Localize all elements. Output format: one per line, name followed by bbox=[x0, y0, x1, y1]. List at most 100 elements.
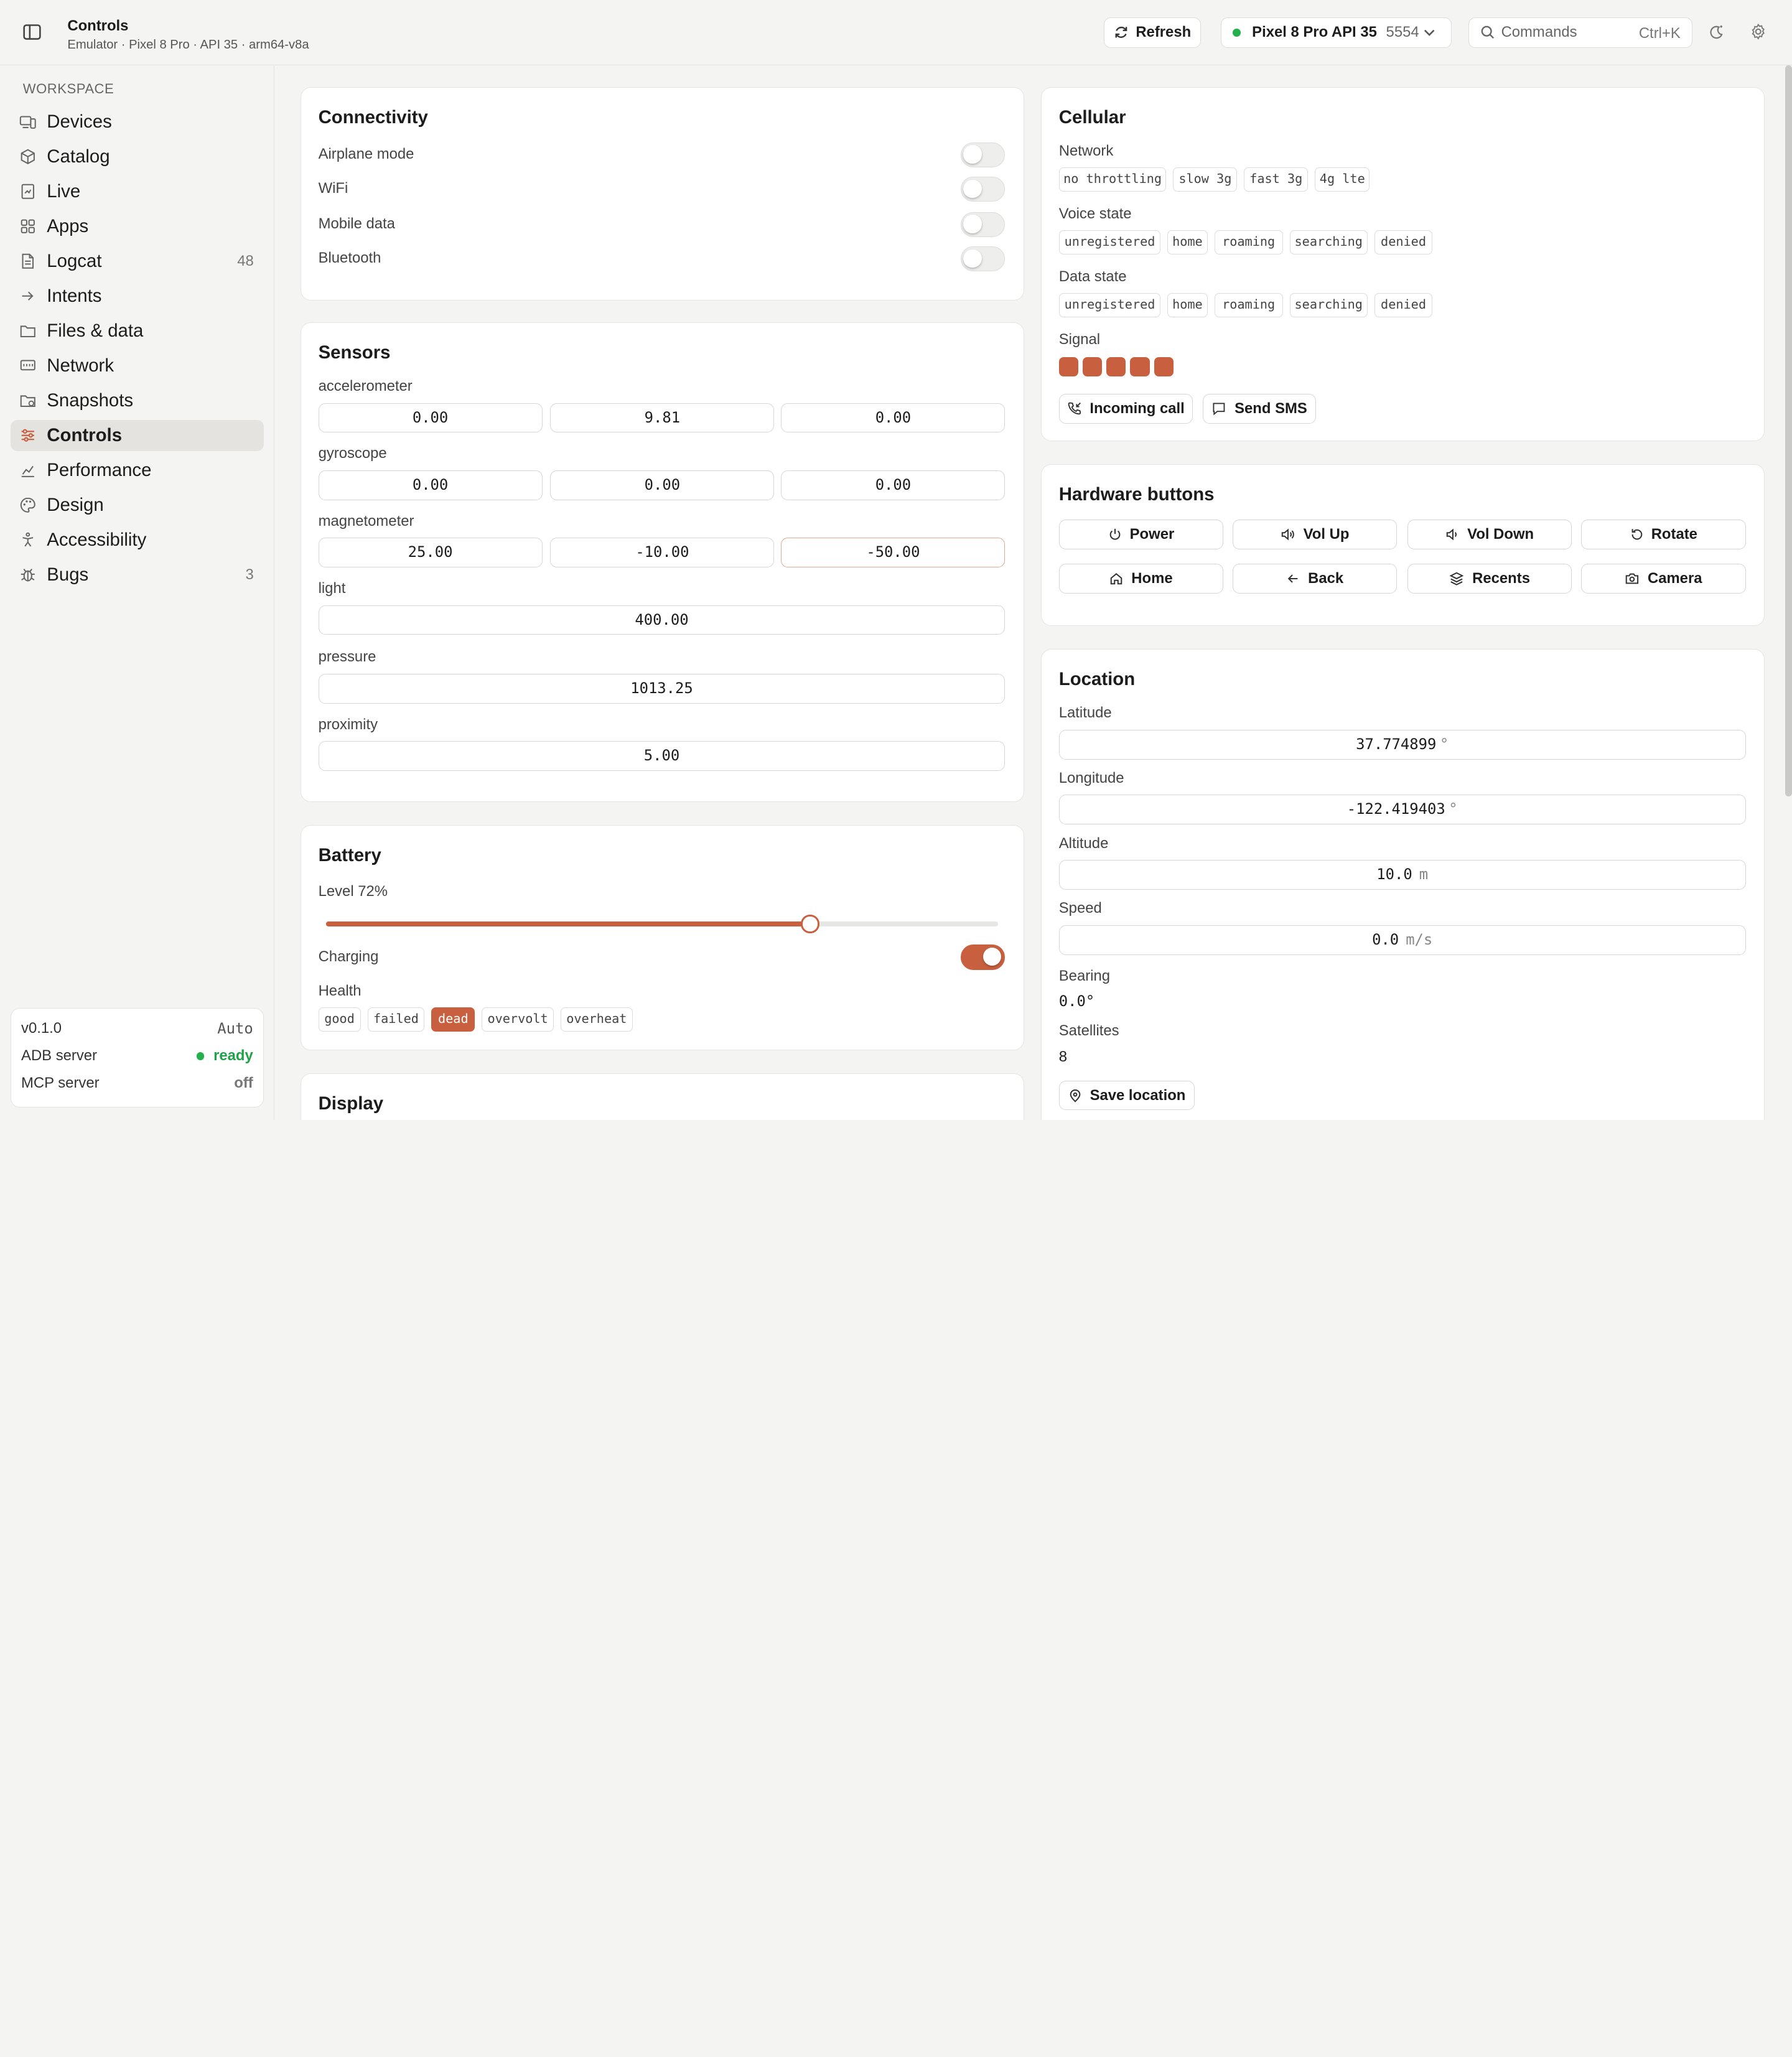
signal-bar[interactable] bbox=[1154, 357, 1174, 377]
mobile-data-toggle[interactable] bbox=[960, 212, 1006, 238]
sidebar-toggle-icon[interactable] bbox=[22, 22, 42, 42]
sidebar-item-label: Snapshots bbox=[47, 389, 134, 411]
wifi-toggle[interactable] bbox=[960, 176, 1006, 202]
sidebar-item-label: Devices bbox=[47, 111, 112, 132]
sidebar-item-catalog[interactable]: Catalog bbox=[11, 141, 264, 172]
sidebar-item-live[interactable]: Live bbox=[11, 176, 264, 207]
speed-input[interactable]: 0.0 m/s bbox=[1058, 925, 1746, 955]
accelerometer-y-input[interactable]: 9.81 bbox=[550, 403, 775, 433]
sidebar-item-accessibility[interactable]: Accessibility bbox=[11, 525, 264, 556]
theme-toggle-icon[interactable] bbox=[1709, 24, 1725, 40]
pressure-input[interactable]: 1013.25 bbox=[318, 673, 1006, 704]
sidebar-item-intents[interactable]: Intents bbox=[11, 281, 264, 312]
voice-state-option-unregistered[interactable]: unregistered bbox=[1058, 230, 1161, 254]
connectivity-card: Connectivity Airplane mode WiFi Mobile d… bbox=[301, 86, 1024, 301]
battery-title: Battery bbox=[318, 845, 381, 866]
volume-down-button[interactable]: Vol Down bbox=[1407, 519, 1572, 549]
voice-state-option-searching[interactable]: searching bbox=[1289, 230, 1368, 254]
volume-down-icon bbox=[1445, 528, 1459, 541]
battery-level-slider[interactable] bbox=[326, 915, 999, 933]
data-state-option-searching[interactable]: searching bbox=[1289, 293, 1368, 317]
box-icon bbox=[19, 148, 37, 166]
settings-gear-icon[interactable] bbox=[1750, 23, 1767, 40]
sidebar-item-files-data[interactable]: Files & data bbox=[11, 315, 264, 347]
light-label: light bbox=[318, 580, 346, 597]
data-state-option-unregistered[interactable]: unregistered bbox=[1058, 293, 1161, 317]
magnetometer-z-input[interactable]: -50.00 bbox=[781, 538, 1006, 567]
sidebar-item-bugs[interactable]: Bugs 3 bbox=[11, 559, 264, 590]
sidebar-item-logcat[interactable]: Logcat 48 bbox=[11, 246, 264, 277]
battery-level-fill bbox=[326, 921, 811, 926]
longitude-input[interactable]: -122.419403 ° bbox=[1058, 795, 1746, 825]
signal-bar[interactable] bbox=[1106, 357, 1126, 377]
rotate-button[interactable]: Rotate bbox=[1581, 519, 1746, 549]
home-button[interactable]: Home bbox=[1058, 564, 1224, 594]
sidebar-item-devices[interactable]: Devices bbox=[11, 106, 264, 138]
sensors-card: Sensors accelerometer 0.00 9.81 0.00 gyr… bbox=[301, 322, 1024, 803]
health-option-overvolt[interactable]: overvolt bbox=[482, 1007, 554, 1032]
send-sms-button[interactable]: Send SMS bbox=[1203, 393, 1317, 424]
network-option-slow-3g[interactable]: slow 3g bbox=[1173, 167, 1238, 192]
save-location-button[interactable]: Save location bbox=[1058, 1080, 1195, 1111]
health-option-dead[interactable]: dead bbox=[431, 1007, 475, 1032]
data-state-option-roaming[interactable]: roaming bbox=[1214, 293, 1283, 317]
signal-bar[interactable] bbox=[1130, 357, 1150, 377]
voice-state-option-roaming[interactable]: roaming bbox=[1214, 230, 1283, 254]
recents-button[interactable]: Recents bbox=[1407, 564, 1572, 594]
voice-state-option-denied[interactable]: denied bbox=[1374, 230, 1433, 254]
network-option-fast-3g[interactable]: fast 3g bbox=[1244, 167, 1309, 192]
camera-button[interactable]: Camera bbox=[1581, 564, 1746, 594]
health-option-good[interactable]: good bbox=[318, 1007, 361, 1032]
server-status-card: v0.1.0 Auto ADB server ready MCP server … bbox=[10, 1007, 264, 1108]
volume-up-button[interactable]: Vol Up bbox=[1232, 519, 1398, 549]
network-option-no-throttling[interactable]: no throttling bbox=[1058, 167, 1167, 192]
device-select[interactable]: Pixel 8 Pro API 35 5554 bbox=[1220, 17, 1452, 49]
gyroscope-label: gyroscope bbox=[318, 445, 387, 462]
folder-icon bbox=[19, 322, 37, 340]
sidebar: WORKSPACE Devices Catalog Live Apps Logcat 48… bbox=[0, 65, 274, 1120]
command-search-input[interactable]: Commands Ctrl+K bbox=[1468, 17, 1693, 49]
arrow-right-icon bbox=[19, 287, 37, 305]
gyroscope-y-input[interactable]: 0.00 bbox=[550, 470, 775, 500]
sidebar-item-label: Network bbox=[47, 355, 114, 376]
sidebar-item-controls[interactable]: Controls bbox=[10, 419, 264, 451]
back-button[interactable]: Back bbox=[1232, 564, 1398, 594]
refresh-button[interactable]: Refresh bbox=[1104, 17, 1202, 49]
proximity-input[interactable]: 5.00 bbox=[318, 741, 1006, 771]
battery-level-thumb[interactable] bbox=[801, 915, 819, 933]
incoming-call-button[interactable]: Incoming call bbox=[1058, 393, 1193, 424]
bluetooth-toggle[interactable] bbox=[960, 246, 1006, 272]
magnetometer-x-input[interactable]: 25.00 bbox=[318, 538, 543, 567]
phone-incoming-icon bbox=[1067, 401, 1082, 416]
airplane-mode-toggle[interactable] bbox=[960, 142, 1006, 168]
health-option-failed[interactable]: failed bbox=[367, 1007, 425, 1032]
proximity-label: proximity bbox=[318, 716, 378, 733]
accelerometer-z-input[interactable]: 0.00 bbox=[781, 403, 1006, 433]
magnetometer-y-input[interactable]: -10.00 bbox=[550, 538, 775, 567]
sidebar-item-performance[interactable]: Performance bbox=[11, 455, 264, 486]
mode-label: Auto bbox=[217, 1020, 253, 1038]
network-option-4g-lte[interactable]: 4g lte bbox=[1315, 167, 1370, 192]
data-state-option-denied[interactable]: denied bbox=[1374, 293, 1433, 317]
altitude-input[interactable]: 10.0 m bbox=[1058, 860, 1746, 890]
data-state-option-home[interactable]: home bbox=[1167, 293, 1208, 317]
main-content: Connectivity Airplane mode WiFi Mobile d… bbox=[274, 65, 1792, 1120]
health-option-overheat[interactable]: overheat bbox=[560, 1007, 633, 1032]
power-button[interactable]: Power bbox=[1058, 519, 1224, 549]
sidebar-item-design[interactable]: Design bbox=[11, 490, 264, 521]
latitude-input[interactable]: 37.774899 ° bbox=[1058, 729, 1746, 760]
gyroscope-x-input[interactable]: 0.00 bbox=[318, 470, 543, 500]
sidebar-item-apps[interactable]: Apps bbox=[11, 211, 264, 242]
sidebar-item-snapshots[interactable]: Snapshots bbox=[11, 385, 264, 416]
gyroscope-z-input[interactable]: 0.00 bbox=[781, 470, 1006, 500]
charging-toggle[interactable] bbox=[960, 945, 1006, 970]
light-input[interactable]: 400.00 bbox=[318, 605, 1006, 635]
signal-bar[interactable] bbox=[1058, 357, 1078, 377]
accelerometer-x-input[interactable]: 0.00 bbox=[318, 403, 543, 433]
latitude-unit: ° bbox=[1439, 735, 1449, 753]
signal-bar[interactable] bbox=[1082, 357, 1103, 377]
volume-up-label: Vol Up bbox=[1303, 525, 1350, 543]
voice-state-option-home[interactable]: home bbox=[1167, 230, 1208, 254]
main-scrollbar[interactable] bbox=[1785, 65, 1792, 797]
sidebar-item-network[interactable]: Network bbox=[11, 350, 264, 381]
